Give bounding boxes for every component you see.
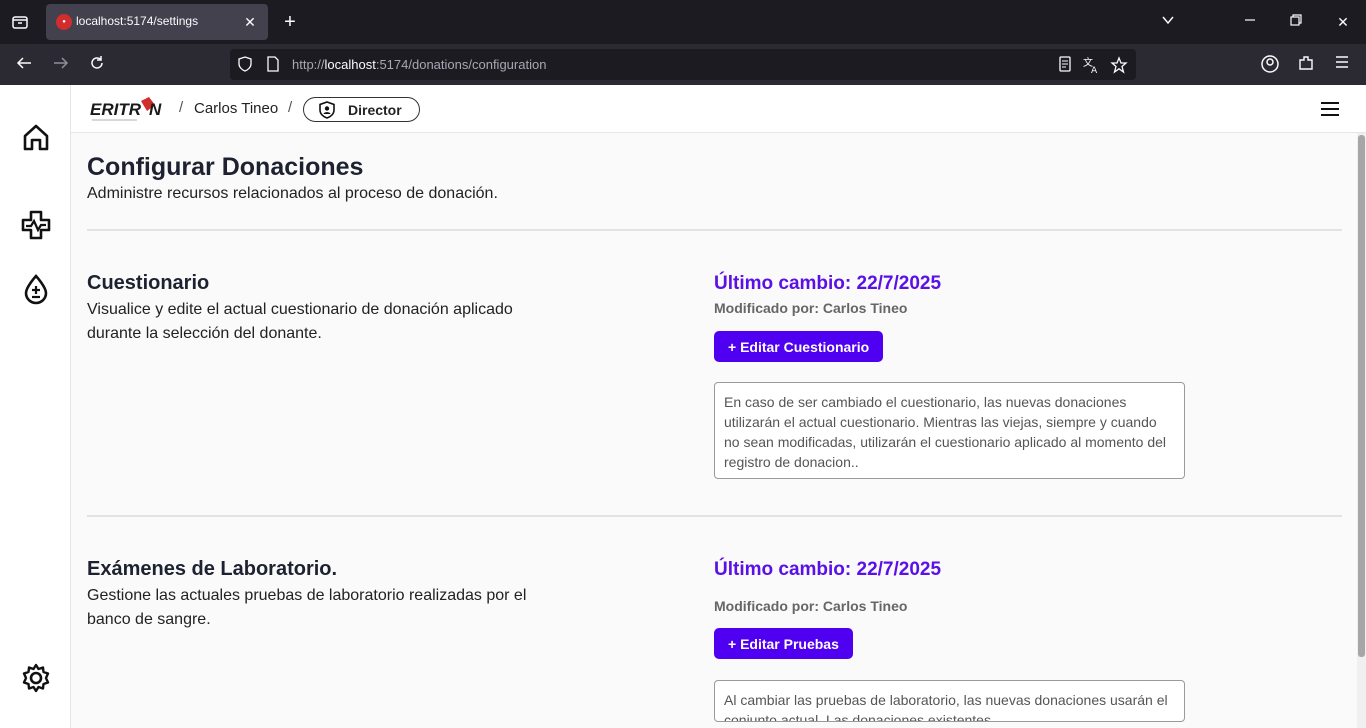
svg-text:N: N <box>149 100 162 119</box>
hamburger-menu-icon[interactable] <box>1320 101 1340 117</box>
breadcrumb-separator: / <box>179 99 184 116</box>
eritron-logo[interactable]: ERITR N <box>89 95 171 125</box>
modified-by: Modificado por: Carlos Tineo <box>714 598 908 614</box>
account-icon[interactable] <box>1259 54 1281 76</box>
last-change-date: Último cambio: 22/7/2025 <box>714 273 942 294</box>
role-label: Director <box>348 102 402 118</box>
new-tab-icon[interactable]: + <box>280 12 300 32</box>
medical-cross-icon[interactable] <box>20 209 52 241</box>
app-menu-icon[interactable] <box>1331 54 1353 76</box>
reload-icon[interactable] <box>86 54 108 76</box>
browser-tab-bar: ● localhost:5174/settings ✕ + ✕ <box>0 0 1366 44</box>
page-icon <box>264 56 282 74</box>
svg-text:A: A <box>1091 66 1098 74</box>
section-description: Visualice y edite el actual cuestionario… <box>87 301 513 342</box>
app-sidebar <box>0 85 71 728</box>
url-text[interactable]: http://localhost:5174/donations/configur… <box>292 57 546 72</box>
shield-icon[interactable] <box>236 56 254 74</box>
minimize-icon[interactable] <box>1240 12 1260 32</box>
breadcrumb-separator: / <box>288 99 293 116</box>
reader-mode-icon[interactable] <box>1056 56 1074 74</box>
favicon-icon: ● <box>56 14 72 30</box>
last-change-date: Último cambio: 22/7/2025 <box>714 559 942 580</box>
role-badge: Director <box>303 97 420 122</box>
scrollbar-thumb[interactable] <box>1358 135 1365 657</box>
tab-list-icon[interactable] <box>10 12 30 32</box>
info-note: Al cambiar las pruebas de laboratorio, l… <box>714 680 1185 722</box>
scrollbar[interactable] <box>1357 133 1366 728</box>
breadcrumb-user[interactable]: Carlos Tineo <box>194 100 278 117</box>
chevron-down-icon[interactable] <box>1158 12 1178 32</box>
divider <box>87 229 1342 231</box>
back-arrow-icon[interactable] <box>13 54 35 76</box>
page-title: Configurar Donaciones <box>87 153 364 181</box>
section-title-lab-tests: Exámenes de Laboratorio. <box>87 558 338 580</box>
restore-icon[interactable] <box>1286 12 1306 32</box>
close-window-icon[interactable]: ✕ <box>1333 12 1353 32</box>
app-header: ERITR N / Carlos Tineo / Director <box>71 85 1366 133</box>
home-icon[interactable] <box>20 121 52 153</box>
extensions-icon[interactable] <box>1295 54 1317 76</box>
section-title-questionnaire: Cuestionario <box>87 272 210 294</box>
browser-tab[interactable]: ● localhost:5174/settings ✕ <box>46 4 268 40</box>
close-tab-icon[interactable]: ✕ <box>240 12 260 32</box>
url-prefix: http:// <box>292 57 325 72</box>
settings-gear-icon[interactable] <box>20 662 52 694</box>
url-host: localhost <box>324 57 376 72</box>
svg-text:ERITR: ERITR <box>90 100 142 119</box>
edit-questionnaire-button[interactable]: + Editar Cuestionario <box>714 331 884 362</box>
main-content: Configurar Donaciones Administre recurso… <box>87 133 1342 728</box>
browser-nav-bar: http://localhost:5174/donations/configur… <box>0 44 1366 85</box>
edit-tests-button[interactable]: + Editar Pruebas <box>714 628 853 659</box>
section-description: Gestione las actuales pruebas de laborat… <box>87 587 527 628</box>
tab-title: localhost:5174/settings <box>76 14 199 28</box>
modified-by: Modificado por: Carlos Tineo <box>714 300 908 316</box>
url-bar[interactable]: http://localhost:5174/donations/configur… <box>230 49 1136 80</box>
bookmark-star-icon[interactable] <box>1110 56 1128 74</box>
user-shield-icon <box>318 101 336 119</box>
translate-icon[interactable]: 文A <box>1082 56 1100 76</box>
info-note: En caso de ser cambiado el cuestionario,… <box>714 382 1185 479</box>
divider <box>87 515 1342 517</box>
forward-arrow-icon[interactable] <box>50 54 72 76</box>
url-path: :5174/donations/configuration <box>375 57 547 72</box>
page-subtitle: Administre recursos relacionados al proc… <box>87 185 498 202</box>
blood-drop-icon[interactable] <box>20 273 52 305</box>
